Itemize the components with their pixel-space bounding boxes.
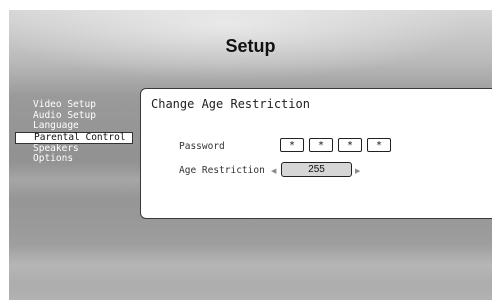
age-restriction-panel: Change Age Restriction Password * * * * … xyxy=(140,88,492,219)
page-title: Setup xyxy=(225,36,276,56)
password-label: Password xyxy=(179,141,225,152)
password-digit-3[interactable]: * xyxy=(338,138,362,152)
setup-screen: Setup Video Setup Audio Setup Language P… xyxy=(9,10,492,300)
panel-title: Change Age Restriction xyxy=(151,97,310,111)
password-field[interactable]: * * * * xyxy=(280,138,391,152)
menu-item-options[interactable]: Options xyxy=(33,153,143,165)
age-restriction-value[interactable]: 255 xyxy=(281,162,352,177)
password-digit-1[interactable]: * xyxy=(280,138,304,152)
password-digit-4[interactable]: * xyxy=(367,138,391,152)
password-digit-2[interactable]: * xyxy=(309,138,333,152)
menu-item-video-setup[interactable]: Video Setup xyxy=(33,99,143,111)
background-band xyxy=(9,245,492,285)
menu-item-language[interactable]: Language xyxy=(33,120,143,132)
menu-item-parental-control[interactable]: Parental Control xyxy=(15,131,133,144)
right-arrow-icon[interactable]: ▶ xyxy=(355,167,360,175)
age-restriction-label: Age Restriction xyxy=(179,165,265,176)
setup-menu: Video Setup Audio Setup Language Parenta… xyxy=(15,99,143,165)
left-arrow-icon[interactable]: ◀ xyxy=(271,167,276,175)
